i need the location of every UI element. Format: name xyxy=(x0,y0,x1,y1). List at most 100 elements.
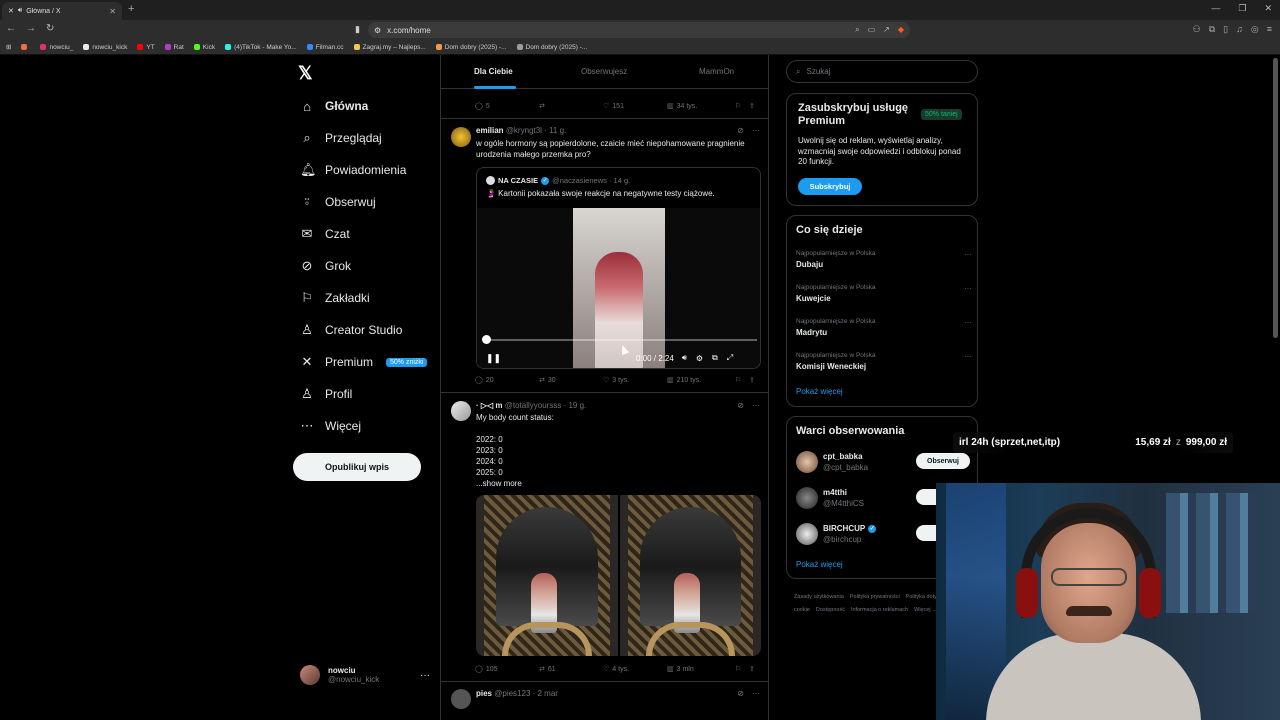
like-button[interactable]: ♡ 151 xyxy=(603,102,667,111)
repost-button[interactable]: ⇄ 30 xyxy=(539,376,603,385)
repost-button[interactable]: ⇄ xyxy=(539,102,603,110)
suggested-account[interactable]: cpt_babka @cpt_babka Obserwuj xyxy=(796,451,974,475)
maximize-button[interactable]: ❐ xyxy=(1238,3,1246,14)
close-tab-icon[interactable]: ✕ xyxy=(109,7,116,16)
show-more-link[interactable]: Pokaż więcej xyxy=(796,560,843,569)
bookmark-icon[interactable]: ⚐ xyxy=(735,102,749,110)
nav-item-grok[interactable]: ⊘ Grok xyxy=(300,256,351,276)
footer-link[interactable]: Polityka prywatności xyxy=(850,594,900,600)
wallet-icon[interactable]: ◎ xyxy=(1251,24,1259,35)
tab-following[interactable]: Obserwujesz xyxy=(581,67,627,76)
nav-item-przeglądaj[interactable]: ⌕ Przeglądaj xyxy=(300,128,381,148)
scrollbar[interactable] xyxy=(1273,58,1278,338)
volume-icon[interactable]: 🔊︎ xyxy=(682,353,687,363)
more-icon[interactable]: ··· xyxy=(752,126,760,135)
bookmark-page-icon[interactable]: ▮ xyxy=(355,24,360,35)
show-more-link[interactable]: Pokaż więcej xyxy=(796,387,843,396)
footer-link[interactable]: Więcej ... xyxy=(914,607,937,613)
bookmark-item[interactable]: Rat xyxy=(164,44,184,51)
share-icon[interactable]: ⇪ xyxy=(749,102,761,110)
avatar[interactable] xyxy=(796,523,818,545)
share-icon[interactable]: ↗ xyxy=(883,25,890,35)
forward-icon[interactable]: → xyxy=(26,23,36,34)
bookmark-item[interactable]: nowciu_kick xyxy=(83,44,127,51)
bookmark-icon[interactable]: ⚐ xyxy=(735,665,749,673)
reply-button[interactable]: ◯ 105 xyxy=(475,665,539,674)
browser-tab[interactable]: ✕ 🔊︎ Główna / X ✕ xyxy=(2,2,122,20)
back-icon[interactable]: ← xyxy=(6,23,16,34)
repost-button[interactable]: ⇄ 61 xyxy=(539,665,603,674)
settings-icon[interactable]: ⚙ xyxy=(696,354,703,363)
apps-grid-icon[interactable]: ⊞ xyxy=(6,43,11,51)
bookmark-item[interactable]: (4)TikTok - Make Yo... xyxy=(225,44,297,51)
bookmark-item[interactable]: YT xyxy=(137,44,155,51)
new-tab-button[interactable]: + xyxy=(128,3,134,15)
bookmark-item[interactable] xyxy=(21,44,30,50)
author-name[interactable]: pies xyxy=(476,689,492,698)
avatar[interactable] xyxy=(796,451,818,473)
tab-for-you[interactable]: Dla Ciebie xyxy=(474,67,513,76)
reply-button[interactable]: ◯ 5 xyxy=(475,102,539,111)
account-switcher[interactable]: nowciu @nowciu_kick ··· xyxy=(300,660,430,690)
menu-icon[interactable]: ≡ xyxy=(1267,24,1272,35)
author-name[interactable]: emilian xyxy=(476,126,504,135)
subscribe-button[interactable]: Subskrybuj xyxy=(798,178,862,195)
sidebar-icon[interactable]: ▯ xyxy=(1223,24,1228,35)
pause-icon[interactable]: ❚❚ xyxy=(486,353,636,364)
trend-item[interactable]: Najpopularniejsze w Polska Komisji Weneck… xyxy=(796,352,974,371)
trend-item[interactable]: Najpopularniejsze w Polska Kuwejcie ··· xyxy=(796,284,974,303)
music-icon[interactable]: ♫ xyxy=(1236,24,1243,35)
address-bar[interactable]: ⚙ x.com/home ⌕ ▭ ↗ ◆ xyxy=(368,22,910,38)
views-button[interactable]: ▥ 3 mln xyxy=(667,665,735,674)
bookmark-icon[interactable]: ⚐ xyxy=(735,376,749,384)
nav-item-powiadomienia[interactable]: 🔔︎ Powiadomienia xyxy=(300,160,406,180)
tab-list[interactable]: MammOn xyxy=(699,67,734,76)
nav-item-creator-studio[interactable]: ♙ Creator Studio xyxy=(300,320,402,340)
post-images[interactable] xyxy=(476,495,761,656)
author-handle[interactable]: @totallyyoursss · 19 g. xyxy=(505,401,586,410)
account-name[interactable]: BIRCHCUP xyxy=(823,524,865,533)
cast-icon[interactable]: ▭ xyxy=(868,25,876,35)
speaker-icon[interactable]: 🔊︎ xyxy=(18,7,22,15)
more-icon[interactable]: ··· xyxy=(752,689,760,698)
nav-item-premium[interactable]: ✕ Premium 50% zniżki xyxy=(300,352,428,372)
nav-item-zakładki[interactable]: ⚐ Zakładki xyxy=(300,288,370,308)
quoted-post[interactable]: NA CZASIE ✓ @naczasienews · 14 g. 🤰 Kart… xyxy=(476,167,761,369)
trend-item[interactable]: Najpopularniejsze w Polska Madrytu ··· xyxy=(796,318,974,337)
x-logo-icon[interactable]: 𝕏 xyxy=(298,63,313,84)
nav-item-główna[interactable]: ⌂ Główna xyxy=(300,96,368,116)
video-scrubber[interactable] xyxy=(482,335,491,344)
bookmark-item[interactable]: Filman.cc xyxy=(306,44,344,51)
avatar[interactable] xyxy=(451,127,471,147)
url-text[interactable]: x.com/home xyxy=(387,26,849,35)
like-button[interactable]: ♡ 3 tys. xyxy=(603,376,667,385)
account-name[interactable]: m4tthi xyxy=(823,488,847,497)
footer-link[interactable]: Informacja o reklamach xyxy=(851,607,908,613)
author-handle[interactable]: @kryngt3l · 11 g. xyxy=(506,126,566,135)
footer-link[interactable]: Dostępność xyxy=(816,607,845,613)
account-name[interactable]: cpt_babka xyxy=(823,452,863,461)
author-name[interactable]: · ▷◁ m xyxy=(476,401,503,410)
views-button[interactable]: ▥ 210 tys. xyxy=(667,376,735,385)
bookmark-item[interactable]: Dom dobry (2025) -... xyxy=(516,44,587,51)
extension-icon[interactable]: ⚇ xyxy=(1193,24,1201,35)
bookmark-item[interactable]: nowciu_ xyxy=(40,44,73,51)
more-icon[interactable]: ··· xyxy=(964,250,972,259)
reply-button[interactable]: ◯ 20 xyxy=(475,376,539,385)
minimize-button[interactable]: — xyxy=(1211,3,1220,14)
grok-icon[interactable]: ⊘ xyxy=(737,126,744,135)
close-window-button[interactable]: ✕ xyxy=(1264,3,1272,14)
reload-icon[interactable]: ↻ xyxy=(46,23,54,34)
avatar[interactable] xyxy=(451,689,471,709)
bookmark-item[interactable]: Kick xyxy=(193,44,215,51)
footer-link[interactable]: Zasady użytkowania xyxy=(794,594,844,600)
more-icon[interactable]: ··· xyxy=(420,670,430,681)
trend-item[interactable]: Najpopularniejsze w Polska Dubaju ··· xyxy=(796,250,974,269)
avatar[interactable] xyxy=(796,487,818,509)
bookmark-item[interactable]: Dom dobry (2025) -... xyxy=(435,44,507,51)
share-icon[interactable]: ⇪ xyxy=(749,376,761,384)
video-player[interactable]: ❚❚ 0:00 / 2:24 🔊︎ ⚙ ⧉ ⤢ xyxy=(477,208,760,368)
more-icon[interactable]: ··· xyxy=(964,352,972,361)
share-icon[interactable]: ⇪ xyxy=(749,665,761,673)
post-image[interactable] xyxy=(476,495,618,656)
